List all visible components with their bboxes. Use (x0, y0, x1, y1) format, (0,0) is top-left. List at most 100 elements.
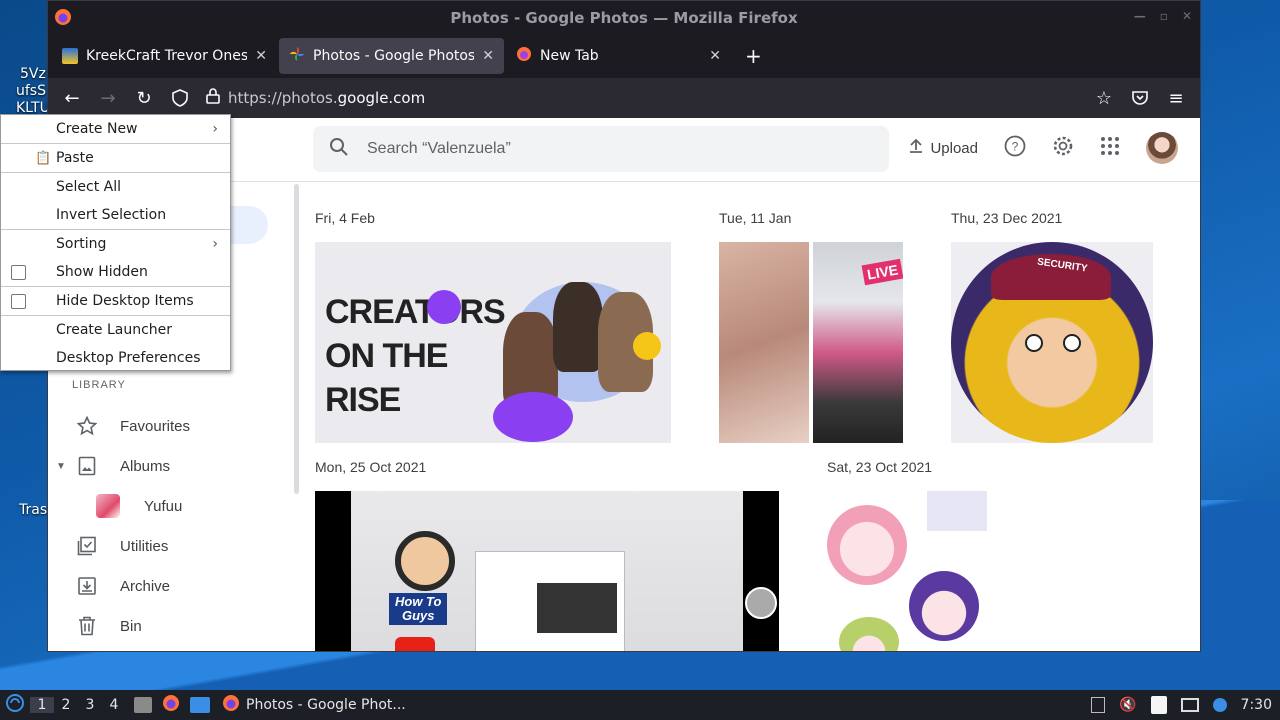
workspace-3[interactable]: 3 (78, 697, 102, 713)
desktop-show-icon[interactable] (190, 697, 210, 713)
clipboard-tray-icon[interactable] (1150, 696, 1167, 714)
avatar[interactable] (1146, 132, 1178, 164)
menu-item-label: Invert Selection (56, 207, 167, 223)
window-title: Photos - Google Photos — Mozilla Firefox (450, 8, 798, 27)
minimize-icon[interactable]: — (1134, 9, 1146, 23)
photo-thumbnail[interactable]: CREATORS ON THE RISE (315, 242, 671, 443)
svg-text:?: ? (1012, 139, 1019, 153)
photo-thumbnail[interactable] (719, 242, 809, 443)
update-notifier-icon[interactable] (1212, 698, 1227, 712)
tab-close-icon[interactable]: ✕ (709, 48, 721, 64)
menu-item-paste[interactable]: 📋 Paste (1, 144, 230, 172)
desktop-icon-label[interactable]: ufsS (16, 83, 46, 99)
tab-new-tab[interactable]: New Tab ✕ (506, 38, 731, 74)
menu-item-create-launcher[interactable]: Create Launcher (1, 316, 230, 344)
menu-item-sorting[interactable]: Sorting › (1, 230, 230, 258)
menu-item-select-all[interactable]: Select All (1, 173, 230, 201)
upload-button[interactable]: Upload (908, 138, 978, 158)
desktop-icon-label[interactable]: 5Vz (20, 66, 46, 82)
menu-item-desktop-preferences[interactable]: Desktop Preferences (1, 344, 230, 372)
system-tray: 🔇 7:30 (1091, 696, 1272, 714)
video-thumbnail[interactable]: How To Guys (315, 491, 779, 651)
hide-desktop-items-checkbox[interactable] (11, 293, 26, 309)
sidebar-item-utilities[interactable]: Utilities (48, 526, 293, 566)
tab-kreekcraft[interactable]: KreekCraft Trevor Onesie ✕ (52, 38, 277, 74)
photo-grid: Fri, 4 Feb Tue, 11 Jan Thu, 23 Dec 2021 … (302, 182, 1200, 651)
date-heading: Mon, 25 Oct 2021 (315, 459, 427, 475)
menu-item-label: Create New (56, 121, 138, 137)
apps-grid-icon[interactable] (1100, 136, 1120, 161)
decor-circle (427, 290, 461, 324)
url-host: google.com (337, 89, 426, 107)
search-icon[interactable] (329, 137, 349, 162)
menu-item-create-new[interactable]: Create New › (1, 115, 230, 143)
eject-icon[interactable] (1091, 697, 1106, 713)
search-placeholder: Search “Valenzuela” (367, 140, 511, 157)
maximize-icon[interactable]: ▫ (1160, 9, 1168, 23)
menu-item-show-hidden[interactable]: Show Hidden (1, 258, 230, 286)
clipboard-icon: 📋 (35, 150, 52, 166)
window-titlebar[interactable]: Photos - Google Photos — Mozilla Firefox… (48, 1, 1200, 34)
back-arrow-icon[interactable]: ← (56, 82, 88, 114)
taskbar-app-firefox[interactable]: Photos - Google Phot... (222, 694, 406, 716)
desktop-trash-label[interactable]: Tras (19, 502, 47, 518)
sidebar-scrollbar[interactable] (294, 184, 299, 494)
menu-item-invert-selection[interactable]: Invert Selection (1, 201, 230, 229)
sidebar-item-favourites[interactable]: Favourites (48, 406, 293, 446)
archive-icon (76, 575, 98, 597)
date-heading: Fri, 4 Feb (315, 210, 375, 226)
bookmark-star-icon[interactable]: ☆ (1088, 82, 1120, 114)
new-tab-plus-icon[interactable]: + (733, 44, 774, 68)
firefox-launcher-icon[interactable] (162, 694, 180, 716)
menu-item-label: Paste (56, 150, 94, 166)
volume-muted-icon[interactable]: 🔇 (1119, 697, 1136, 713)
tab-close-icon[interactable]: ✕ (255, 48, 267, 64)
banner-text: ON THE (325, 337, 448, 375)
photo-thumbnail[interactable]: LIVE (813, 242, 903, 443)
workspace-1[interactable]: 1 (30, 697, 54, 713)
search-input[interactable]: Search “Valenzuela” (313, 126, 889, 172)
album-icon (76, 455, 98, 477)
menu-item-label: Sorting (56, 236, 107, 252)
clock[interactable]: 7:30 (1241, 697, 1272, 713)
sidebar-item-label: Archive (120, 577, 171, 595)
settings-gear-icon[interactable] (1052, 135, 1074, 162)
taskbar: 1 2 3 4 Photos - Google Phot... 🔇 7:30 (0, 690, 1280, 720)
date-heading: Thu, 23 Dec 2021 (951, 210, 1063, 226)
close-window-icon[interactable]: ✕ (1182, 9, 1192, 23)
display-icon[interactable] (1180, 698, 1199, 712)
sidebar-item-archive[interactable]: Archive (48, 566, 293, 606)
start-menu-icon[interactable] (0, 694, 30, 716)
sidebar-item-label: Bin (120, 617, 142, 635)
video-caption: How To (395, 594, 442, 609)
banner-text: CREATORS (325, 293, 506, 331)
firefox-favicon-icon (516, 46, 532, 66)
photo-thumbnail[interactable]: SECURITY (951, 242, 1153, 443)
sidebar-item-yufuu[interactable]: Yufuu (48, 486, 293, 526)
url-bar[interactable]: https://photos.google.com (200, 82, 1084, 114)
file-manager-icon[interactable] (134, 697, 152, 713)
tab-favicon-icon (62, 48, 78, 64)
expand-triangle-icon[interactable]: ▼ (56, 461, 66, 472)
tab-close-icon[interactable]: ✕ (482, 48, 494, 64)
tab-label: Photos - Google Photos (313, 48, 475, 64)
workspace-4[interactable]: 4 (102, 697, 126, 713)
shield-icon[interactable] (164, 82, 196, 114)
workspace-2[interactable]: 2 (54, 697, 78, 713)
chevron-right-icon: › (212, 121, 218, 137)
menu-item-hide-desktop-items[interactable]: Hide Desktop Items (1, 287, 230, 315)
navigation-toolbar: ← → ↻ https://photos.google.com ☆ ≡ (48, 78, 1200, 118)
forward-arrow-icon[interactable]: → (92, 82, 124, 114)
sidebar-item-bin[interactable]: Bin (48, 606, 293, 646)
photo-thumbnail[interactable] (827, 491, 987, 651)
library-section-label: LIBRARY (72, 379, 126, 391)
pocket-icon[interactable] (1124, 82, 1156, 114)
tab-google-photos[interactable]: Photos - Google Photos ✕ (279, 38, 504, 74)
hamburger-menu-icon[interactable]: ≡ (1160, 82, 1192, 114)
sidebar-item-label: Yufuu (144, 497, 183, 515)
url-prefix: https://photos. (228, 89, 338, 107)
show-hidden-checkbox[interactable] (11, 264, 26, 280)
sidebar-item-albums[interactable]: ▼ Albums (48, 446, 293, 486)
help-icon[interactable]: ? (1004, 135, 1026, 162)
reload-icon[interactable]: ↻ (128, 82, 160, 114)
